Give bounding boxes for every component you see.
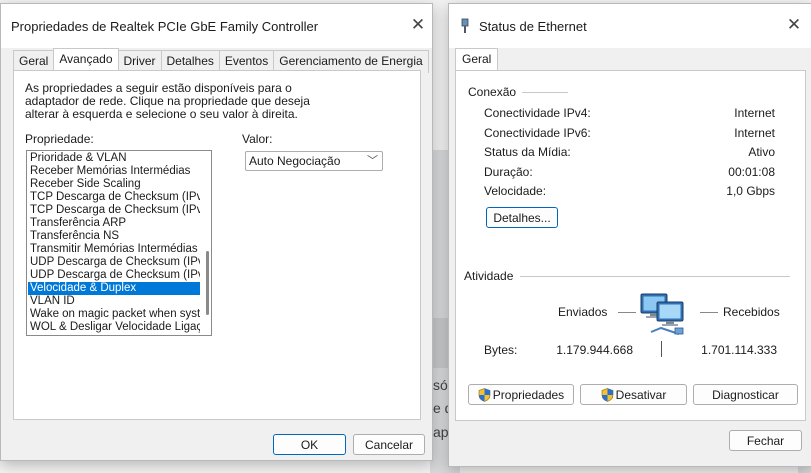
uac-shield-icon (478, 388, 491, 402)
received-label: Recebidos (723, 305, 780, 319)
adapter-properties-dialog: Propriedades de Realtek PCIe GbE Family … (0, 3, 433, 461)
duration-value: 00:01:08 (728, 165, 775, 179)
general-tab-panel: Conexão Conectividade IPv4: Internet Con… (455, 70, 806, 421)
diagnose-button[interactable]: Diagnosticar (693, 384, 798, 405)
divider-connection (526, 92, 546, 93)
property-list-item[interactable]: Receber Memórias Intermédias (28, 165, 200, 178)
value-select[interactable]: Auto Negociação ﹀ (245, 151, 383, 171)
connection-section-title: Conexão (468, 85, 523, 99)
speed-value: 1,0 Gbps (726, 184, 775, 198)
titlebar: Propriedades de Realtek PCIe GbE Family … (1, 4, 432, 48)
ethernet-icon (461, 18, 469, 33)
media-status-value: Ativo (748, 145, 775, 159)
media-status-label: Status da Mídia: (484, 145, 571, 159)
ok-button[interactable]: OK (273, 434, 346, 455)
disable-button[interactable]: Desativar (580, 384, 687, 405)
property-list-item[interactable]: VLAN ID (28, 295, 200, 308)
property-list-item[interactable]: Transferência NS (28, 230, 200, 243)
disable-button-label: Desativar (615, 388, 667, 402)
property-list-item[interactable]: UDP Descarga de Checksum (IPv4) (28, 256, 200, 269)
tab-geral[interactable]: Geral (455, 48, 499, 71)
property-list-item[interactable]: Prioridade & VLAN (28, 152, 200, 165)
value-select-text: Auto Negociação (249, 154, 341, 168)
property-list-item[interactable]: TCP Descarga de Checksum (IPv4) (28, 191, 200, 204)
duration-label: Duração: (484, 165, 533, 179)
activity-divider (520, 276, 790, 277)
bytes-sent-value: 1.179.944.668 (556, 343, 633, 357)
description-text: As propriedades a seguir estão disponíve… (25, 81, 310, 121)
property-list-item[interactable]: Transmitir Memórias Intermédias (28, 243, 200, 256)
property-list-item[interactable]: UDP Descarga de Checksum (IPv6) (28, 269, 200, 282)
ipv6-label: Conectividade IPv6: (484, 126, 591, 140)
cancel-button[interactable]: Cancelar (353, 434, 425, 455)
bytes-received-value: 1.701.114.333 (701, 343, 777, 357)
window-title: Status de Ethernet (479, 19, 587, 34)
background-text-3: ap (433, 424, 449, 440)
ipv4-value: Internet (734, 106, 775, 120)
close-button[interactable]: Fechar (729, 430, 802, 451)
sent-label: Enviados (558, 305, 608, 319)
close-icon[interactable]: ✕ (407, 14, 429, 36)
properties-button[interactable]: Propriedades (468, 384, 574, 405)
titlebar: Status de Ethernet ✕ (449, 4, 811, 48)
ethernet-status-dialog: Status de Ethernet ✕ Geral Conexão Conec… (448, 3, 811, 467)
chevron-down-icon: ﹀ (367, 155, 378, 167)
bytes-label: Bytes: (484, 343, 518, 357)
background-text-1: só (433, 377, 448, 393)
ipv4-label: Conectividade IPv4: (484, 106, 591, 120)
close-icon[interactable]: ✕ (783, 14, 805, 36)
property-list-item[interactable]: Wake on magic packet when system (28, 308, 200, 321)
property-list-item[interactable]: Transferência ARP (28, 217, 200, 230)
value-label: Valor: (242, 132, 273, 146)
sent-dash (618, 312, 636, 313)
activity-section-title: Atividade (464, 269, 520, 283)
tab-avancado[interactable]: Avançado (53, 48, 119, 71)
property-list-item[interactable]: Velocidade & Duplex (28, 282, 200, 295)
advanced-tab-panel: As propriedades a seguir estão disponíve… (13, 70, 421, 420)
scrollbar-thumb[interactable] (206, 251, 209, 315)
network-computers-icon (640, 293, 684, 335)
property-scrollbar[interactable] (203, 153, 209, 333)
speed-label: Velocidade: (484, 184, 547, 198)
property-label: Propriedade: (25, 132, 94, 146)
bytes-separator (661, 341, 662, 357)
property-list-item[interactable]: WOL & Desligar Velocidade Ligação (28, 321, 200, 334)
ipv6-value: Internet (734, 126, 775, 140)
details-button[interactable]: Detalhes... (486, 207, 558, 228)
property-listbox[interactable]: Prioridade & VLAN Receber Memórias Interm… (26, 150, 212, 336)
properties-button-label: Propriedades (492, 388, 565, 402)
property-list-item[interactable]: TCP Descarga de Checksum (IPv6) (28, 204, 200, 217)
received-dash (700, 312, 718, 313)
uac-shield-icon (601, 388, 613, 402)
window-title: Propriedades de Realtek PCIe GbE Family … (11, 19, 319, 34)
property-list-item[interactable]: Receber Side Scaling (28, 178, 200, 191)
